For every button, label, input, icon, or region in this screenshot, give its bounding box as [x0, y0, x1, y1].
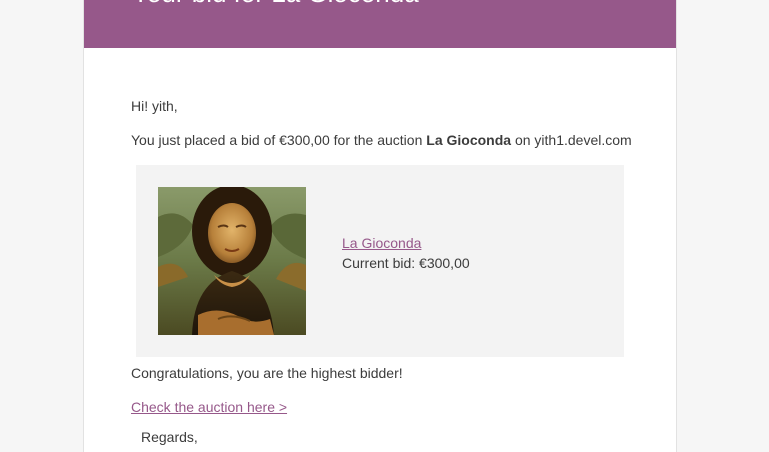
auction-name: La Gioconda: [426, 132, 512, 148]
email-header: Your bid for La Gioconda: [84, 0, 676, 48]
bid-intro-suffix: on yith1.devel.com: [511, 132, 632, 148]
bid-intro-prefix: You just placed a bid of €300,00 for the…: [131, 132, 427, 148]
product-info: La Gioconda Current bid: €300,00: [342, 234, 470, 272]
regards-text: Regards,: [141, 429, 198, 445]
mona-lisa-painting-icon: [158, 187, 306, 335]
email-header-title: Your bid for La Gioconda: [132, 0, 419, 9]
current-bid-text: Current bid: €300,00: [342, 255, 470, 271]
congratulations-text: Congratulations, you are the highest bid…: [131, 365, 403, 381]
product-card: La Gioconda Current bid: €300,00: [136, 165, 624, 357]
check-auction-link[interactable]: Check the auction here >: [131, 398, 287, 416]
greeting-text: Hi! yith,: [131, 98, 178, 114]
bid-intro-text: You just placed a bid of €300,00 for the…: [131, 131, 632, 149]
product-name-link[interactable]: La Gioconda: [342, 234, 470, 252]
email-container: Your bid for La Gioconda Hi! yith, You j…: [83, 0, 677, 452]
product-image[interactable]: [158, 187, 306, 335]
